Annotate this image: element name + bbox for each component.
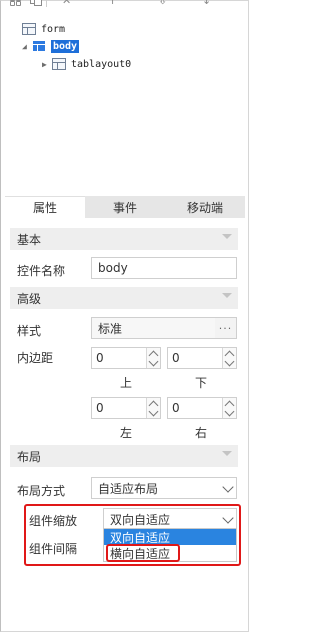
style-more-button[interactable]: ··· [215, 317, 237, 339]
tab-properties[interactable]: 属性 [5, 196, 85, 218]
caption-top: 上 [119, 376, 132, 390]
toolbar-divider [46, 0, 47, 7]
export-icon[interactable]: ⇩ [158, 0, 167, 7]
stepper-buttons [146, 398, 160, 418]
padding-right-stepper[interactable]: 0 [167, 397, 237, 419]
option-horizontal-adaptive[interactable]: 横向自适应 [104, 545, 236, 561]
tree-node-tablayout[interactable]: ▶ tablayout0 [42, 55, 131, 73]
move-down-icon[interactable]: ↓ [202, 0, 211, 7]
tab-mobile[interactable]: 移动端 [165, 196, 245, 218]
collapse-icon[interactable]: ◢ [22, 42, 32, 51]
delete-icon[interactable]: ✕ [62, 0, 71, 7]
section-layout[interactable]: 布局 [10, 445, 238, 467]
style-label: 样式 [17, 324, 42, 338]
stepper-buttons [146, 348, 160, 368]
padding-label: 内边距 [17, 351, 54, 365]
form-node-icon [22, 23, 36, 35]
tree-node-body[interactable]: ◢ body [22, 37, 80, 55]
control-name-label: 控件名称 [17, 264, 66, 278]
caption-bottom: 下 [194, 376, 207, 390]
padding-top-stepper[interactable]: 0 [91, 347, 161, 369]
decrement-icon[interactable] [223, 408, 236, 418]
tree-node-body-label: body [51, 39, 80, 53]
tree-node-form[interactable]: form [22, 20, 65, 38]
tablayout-node-icon [52, 58, 66, 70]
section-advanced[interactable]: 高级 [10, 287, 238, 309]
expand-icon[interactable]: ▶ [42, 60, 52, 69]
scale-value: 双向自适应 [110, 512, 171, 527]
scale-label: 组件缩放 [29, 514, 78, 528]
move-up-icon[interactable]: ↑ [108, 0, 117, 7]
padding-bottom-stepper[interactable]: 0 [167, 347, 237, 369]
chevron-down-icon [222, 512, 234, 524]
padding-bottom-value: 0 [172, 351, 180, 365]
tree-node-tablayout-label: tablayout0 [71, 58, 132, 70]
layout-mode-value: 自适应布局 [98, 481, 159, 496]
tree-toolbar: ✕ ↑ ⇩ ↓ [8, 0, 240, 12]
spacing-label: 组件间隔 [29, 542, 78, 556]
padding-right-value: 0 [172, 401, 180, 415]
decrement-icon[interactable] [147, 408, 160, 418]
collapse-chevron-icon[interactable] [222, 293, 232, 298]
section-advanced-title: 高级 [17, 291, 42, 306]
padding-left-stepper[interactable]: 0 [91, 397, 161, 419]
stepper-buttons [222, 348, 236, 368]
collapse-chevron-icon[interactable] [222, 451, 232, 456]
chevron-down-icon [222, 481, 234, 493]
option-both-adaptive[interactable]: 双向自适应 [104, 529, 236, 545]
section-basic[interactable]: 基本 [10, 228, 238, 250]
property-tabs: 属性 事件 移动端 [5, 196, 245, 218]
padding-top-value: 0 [96, 351, 104, 365]
section-layout-title: 布局 [17, 449, 42, 464]
collapse-chevron-icon[interactable] [222, 234, 232, 239]
style-field[interactable]: 标准 [91, 317, 216, 339]
layout-mode-select[interactable]: 自适应布局 [91, 477, 237, 499]
layout-mode-label: 布局方式 [17, 484, 66, 498]
control-name-input[interactable]: body [91, 257, 237, 279]
tab-events[interactable]: 事件 [85, 196, 165, 218]
section-basic-title: 基本 [17, 232, 42, 247]
grid-icon[interactable] [10, 0, 24, 6]
decrement-icon[interactable] [147, 358, 160, 368]
caption-left: 左 [119, 426, 132, 440]
padding-left-value: 0 [96, 401, 104, 415]
body-node-icon [32, 40, 46, 52]
decrement-icon[interactable] [223, 358, 236, 368]
stepper-buttons [222, 398, 236, 418]
caption-right: 右 [194, 426, 207, 440]
copy-icon[interactable] [30, 0, 44, 6]
scale-select[interactable]: 双向自适应 [103, 508, 237, 530]
tree-node-form-label: form [41, 23, 66, 35]
scale-dropdown-list: 双向自适应 横向自适应 [103, 528, 237, 562]
